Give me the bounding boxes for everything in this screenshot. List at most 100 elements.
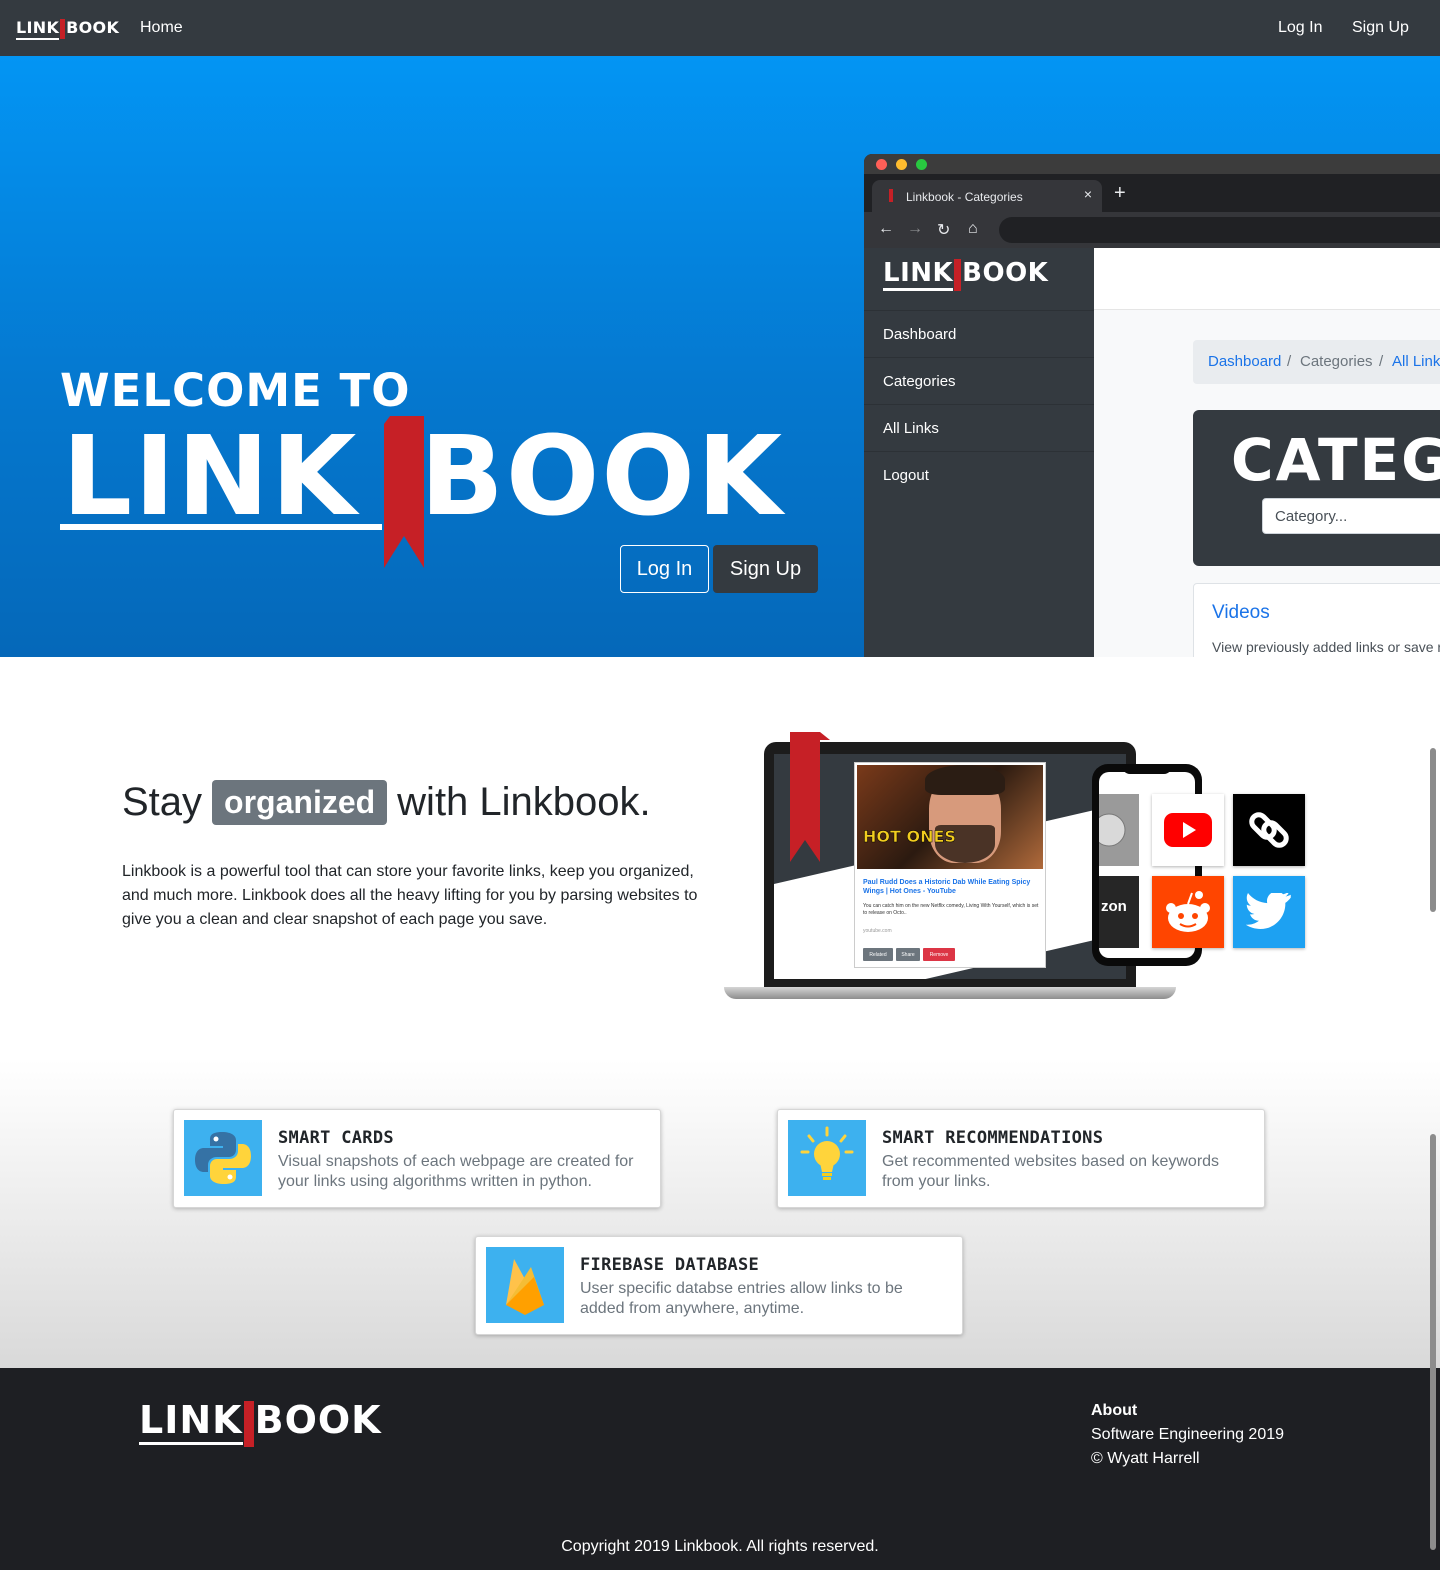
organized-description: Linkbook is a powerful tool that can sto… [122,863,698,928]
bookmark-ribbon-icon [60,19,66,39]
feature-card-smart-recommendations: SMART RECOMMENDATIONS Get recommented we… [777,1109,1265,1208]
bookmark-ribbon-icon [384,416,424,568]
close-dot-icon [876,159,887,170]
hero-logo-underline [60,524,382,530]
feature-title: SMART CARDS [278,1128,394,1148]
breadcrumb: Dashboard / Categories / All Link [1193,340,1440,384]
wikipedia-globe-icon [1099,813,1126,847]
video-thumbnail-image: HOT ONES [857,765,1043,869]
sidebar-item-label: Logout [883,467,929,484]
videos-card-description: View previously added links or save r [1212,639,1440,655]
zoom-dot-icon [916,159,927,170]
feature-description: Visual snapshots of each webpage are cre… [278,1153,634,1190]
app-header [1094,248,1440,310]
smart-card-url: youtube.com [863,928,892,934]
feature-title: FIREBASE DATABASE [580,1255,760,1275]
sidebar-logo-link-text: LINK [883,258,954,291]
browser-tabbar: Linkbook - Categories × + [864,174,1440,212]
phone-notch [1122,764,1172,774]
related-button: Related [863,948,893,961]
browser-titlebar [864,154,1440,174]
breadcrumb-separator: / [1287,353,1292,370]
footer-copyright: Copyright 2019 Linkbook. All rights rese… [561,1538,879,1555]
hero-section: WELCOME TO LINK BOOK Log In Sign Up Link… [0,56,1440,657]
close-icon: × [1083,186,1092,202]
bookmark-ribbon-icon [954,259,962,291]
sidebar-item-label: All Links [883,420,939,437]
category-card: CATEG Category... [1193,410,1440,566]
footer: LINK BOOK About Software Engineering 2019… [0,1368,1440,1570]
hero-logo-book-text: BOOK [420,412,785,540]
laptop-base [724,987,1176,999]
python-icon [184,1120,262,1196]
organized-heading: Stay organized with Linkbook. [122,780,651,825]
sidebar-item-label: Dashboard [883,326,957,343]
category-card-title: CATEG [1231,426,1440,494]
breadcrumb-separator: / [1379,353,1384,370]
address-bar [999,217,1440,243]
feature-description: User specific databse entries allow link… [580,1280,903,1317]
feature-card-smart-cards: SMART CARDS Visual snapshots of each web… [173,1109,661,1208]
devices-illustration: HOT ONES Paul Rudd Does a Historic Dab W… [720,732,1320,1007]
sidebar-logo-book-text: BOOK [962,258,1049,288]
nav-signup-link[interactable]: Sign Up [1352,19,1409,37]
app-sidebar: LINK BOOK Dashboard Categories All Links … [864,248,1094,657]
feature-description: Get recommented websites based on keywor… [882,1153,1220,1190]
forward-arrow-icon: → [907,220,923,237]
back-arrow-icon: ← [878,220,894,237]
firebase-flame-graphic [506,1259,544,1315]
browser-mockup: Linkbook - Categories × + ← → ↻ ⌂ LINK BO… [864,154,1440,657]
youtube-tile [1152,794,1224,866]
hero-welcome-text: WELCOME TO [60,364,411,417]
hot-ones-logo: HOT ONES [863,827,956,846]
python-logo-graphic [195,1132,251,1184]
lightbulb-graphic [800,1126,854,1180]
favicon-icon [889,189,893,202]
browser-tab: Linkbook - Categories × [872,180,1102,212]
minimize-dot-icon [896,159,907,170]
sidebar-item-logout: Logout [864,451,1094,498]
hero-login-button[interactable]: Log In [620,545,709,593]
browser-tab-title: Linkbook - Categories [906,190,1023,204]
nav-home-link[interactable]: Home [140,19,183,37]
share-button: Share [896,948,920,961]
twitter-tile [1233,876,1305,948]
firebase-icon [486,1247,564,1323]
reload-icon: ↻ [937,222,951,239]
category-input: Category... [1262,498,1440,534]
sidebar-item-categories: Categories [864,357,1094,404]
breadcrumb-categories: Categories [1300,353,1373,370]
remove-button: Remove [923,948,955,961]
nav-login-link[interactable]: Log In [1278,19,1322,37]
scrollbar-thumb[interactable] [1430,1134,1436,1550]
organized-heading-pre: Stay [122,780,203,824]
features-section: SMART CARDS Visual snapshots of each web… [0,1060,1440,1368]
top-navbar: LINK BOOK Home Log In Sign Up [0,0,1440,56]
feature-title: SMART RECOMMENDATIONS [882,1128,1104,1148]
browser-toolbar: ← → ↻ ⌂ [864,212,1440,248]
amazon-tile-text: zon [1101,898,1127,915]
footer-logo-link-text: LINK [139,1398,243,1445]
footer-logo-book-text: BOOK [254,1398,382,1442]
smart-card-description: You can catch him on the new Netflix com… [863,903,1039,916]
footer-about-heading: About [1091,1402,1138,1419]
navbar-logo-link-text: LINK [16,18,60,40]
videos-card-title: Videos [1212,602,1270,623]
sidebar-item-dashboard: Dashboard [864,310,1094,357]
breadcrumb-dashboard: Dashboard [1208,353,1282,370]
hero-logo-link-text: LINK [62,412,359,540]
footer-logo: LINK BOOK [139,1398,382,1447]
link-tile [1233,794,1305,866]
sidebar-item-label: Categories [883,373,956,390]
videos-category-card: Videos View previously added links or sa… [1193,583,1440,657]
amazon-tile: zon [1099,876,1139,948]
reddit-tile [1152,876,1224,948]
scrollbar-thumb[interactable] [1430,748,1436,912]
sidebar-item-all-links: All Links [864,404,1094,451]
hero-signup-button[interactable]: Sign Up [713,545,818,593]
chain-link-icon [1249,812,1289,848]
navbar-logo[interactable]: LINK BOOK [16,18,120,40]
plus-icon: + [1114,182,1126,204]
breadcrumb-all-links: All Link [1392,353,1440,370]
navbar-logo-book-text: BOOK [66,18,120,37]
